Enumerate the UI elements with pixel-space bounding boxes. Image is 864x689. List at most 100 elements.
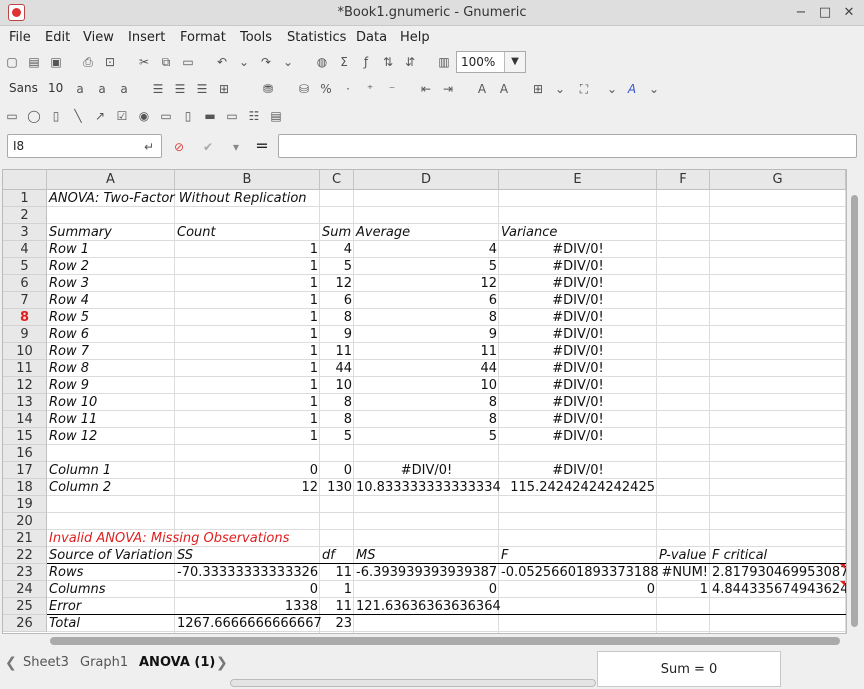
row-header-20[interactable]: 20 — [3, 513, 47, 530]
accept-edit-icon[interactable]: ✔ — [200, 139, 216, 155]
cell-a22[interactable]: Source of Variation — [47, 547, 175, 564]
name-box-dropdown-icon[interactable]: ↵ — [141, 139, 157, 155]
cell-b26[interactable]: 1267.6666666666667 — [175, 615, 322, 632]
sum-icon[interactable]: Σ — [336, 54, 352, 70]
spinbutton-widget-icon[interactable]: ▭ — [224, 108, 240, 124]
cell-c8[interactable]: 8 — [320, 309, 354, 326]
cell-e8[interactable]: #DIV/0! — [499, 309, 657, 326]
row-header-24[interactable]: 24 — [3, 581, 47, 598]
print-preview-icon[interactable]: ⊡ — [102, 54, 118, 70]
cell-a5[interactable]: Row 2 — [47, 258, 175, 275]
thousands-separator-icon[interactable]: · — [340, 81, 356, 97]
cell-e18[interactable]: 115.24242424242425 — [499, 479, 657, 496]
cell-c18[interactable]: 130 — [320, 479, 354, 496]
cell-b9[interactable]: 1 — [175, 326, 320, 343]
row-header-4[interactable]: 4 — [3, 241, 47, 258]
menu-view[interactable]: View — [83, 30, 114, 45]
accept-dropdown-icon[interactable]: ▾ — [228, 139, 244, 155]
row-header-17[interactable]: 17 — [3, 462, 47, 479]
align-left-icon[interactable]: ☰ — [150, 81, 166, 97]
cell-c17[interactable]: 0 — [320, 462, 354, 479]
paste-icon[interactable]: ▭ — [180, 54, 196, 70]
minimize-button[interactable]: − — [792, 4, 810, 22]
cell-a7[interactable]: Row 4 — [47, 292, 175, 309]
cell-b22[interactable]: SS — [175, 547, 320, 564]
menu-file[interactable]: File — [9, 30, 31, 45]
cancel-edit-icon[interactable]: ⊘ — [171, 139, 187, 155]
close-button[interactable]: ✕ — [840, 4, 858, 22]
cell-d24[interactable]: 0 — [354, 581, 499, 598]
cell-d10[interactable]: 11 — [354, 343, 499, 360]
cell-b6[interactable]: 1 — [175, 275, 320, 292]
tab-graph1[interactable]: Graph1 — [77, 653, 131, 673]
increase-indent-icon[interactable]: ⇥ — [440, 81, 456, 97]
select-all-corner[interactable] — [3, 170, 47, 190]
scrollbar-widget-icon[interactable]: ▯ — [180, 108, 196, 124]
cell-e15[interactable]: #DIV/0! — [499, 428, 657, 445]
cell-g23[interactable]: 2.817930469953087 — [710, 564, 846, 581]
increase-decimal-icon[interactable]: ⁺ — [362, 81, 378, 97]
column-header-a[interactable]: A — [47, 170, 175, 190]
cell-d4[interactable]: 4 — [354, 241, 499, 258]
undo-icon[interactable]: ↶ — [214, 54, 230, 70]
cell-a1[interactable]: ANOVA: Two-Factor Without Replication — [47, 190, 307, 207]
cell-e10[interactable]: #DIV/0! — [499, 343, 657, 360]
cell-e5[interactable]: #DIV/0! — [499, 258, 657, 275]
row-header-11[interactable]: 11 — [3, 360, 47, 377]
cell-d18[interactable]: 10.833333333333334 — [354, 479, 501, 496]
sort-descending-icon[interactable]: ⇵ — [402, 54, 418, 70]
cell-b12[interactable]: 1 — [175, 377, 320, 394]
cell-a13[interactable]: Row 10 — [47, 394, 175, 411]
row-header-8[interactable]: 8 — [3, 309, 47, 326]
cell-a11[interactable]: Row 8 — [47, 360, 175, 377]
row-header-19[interactable]: 19 — [3, 496, 47, 513]
list-widget-icon[interactable]: ☷ — [246, 108, 262, 124]
frame-icon[interactable]: ▯ — [48, 108, 64, 124]
hyperlink-icon[interactable]: ◍ — [314, 54, 330, 70]
save-icon[interactable]: ▣ — [48, 54, 64, 70]
font-color-icon[interactable]: A — [624, 81, 640, 97]
cell-a15[interactable]: Row 12 — [47, 428, 175, 445]
fill-color-dropdown-icon[interactable]: ⌄ — [604, 81, 620, 97]
print-icon[interactable]: ⎙ — [80, 54, 96, 70]
menu-edit[interactable]: Edit — [45, 30, 70, 45]
column-header-e[interactable]: E — [499, 170, 657, 190]
cell-d15[interactable]: 5 — [354, 428, 499, 445]
column-header-b[interactable]: B — [175, 170, 320, 190]
italic-icon[interactable]: a — [94, 81, 110, 97]
cell-c3[interactable]: Sum — [320, 224, 354, 241]
cell-c12[interactable]: 10 — [320, 377, 354, 394]
slider-widget-icon[interactable]: ▬ — [202, 108, 218, 124]
cell-d13[interactable]: 8 — [354, 394, 499, 411]
cell-d9[interactable]: 9 — [354, 326, 499, 343]
cell-d3[interactable]: Average — [354, 224, 499, 241]
cell-a18[interactable]: Column 2 — [47, 479, 175, 496]
cell-a3[interactable]: Summary — [47, 224, 175, 241]
function-icon[interactable]: ƒ — [358, 54, 374, 70]
cell-reference-box[interactable]: I8 — [7, 134, 162, 158]
horizontal-scrollbar-thumb[interactable] — [50, 637, 840, 645]
tab-scroll-right-icon[interactable]: ❯ — [216, 653, 228, 673]
font-size-selector[interactable]: 10 — [48, 81, 63, 95]
cell-c23[interactable]: 11 — [320, 564, 354, 581]
cell-c11[interactable]: 44 — [320, 360, 354, 377]
redo-icon[interactable]: ↷ — [258, 54, 274, 70]
cell-d22[interactable]: MS — [354, 547, 499, 564]
cell-e13[interactable]: #DIV/0! — [499, 394, 657, 411]
cell-c25[interactable]: 11 — [320, 598, 354, 615]
font-color-dropdown-icon[interactable]: ⌄ — [646, 81, 662, 97]
cell-e3[interactable]: Variance — [499, 224, 657, 241]
cell-a6[interactable]: Row 3 — [47, 275, 175, 292]
cell-a17[interactable]: Column 1 — [47, 462, 175, 479]
cell-f23[interactable]: #NUM! — [657, 564, 710, 581]
cell-c26[interactable]: 23 — [320, 615, 354, 632]
tab-scroll-left-icon[interactable]: ❮ — [5, 653, 17, 673]
row-header-7[interactable]: 7 — [3, 292, 47, 309]
cell-b25[interactable]: 1338 — [175, 598, 320, 615]
cell-c5[interactable]: 5 — [320, 258, 354, 275]
cell-a21[interactable]: Invalid ANOVA: Missing Observations — [47, 530, 289, 547]
ellipse-icon[interactable]: ◯ — [26, 108, 42, 124]
copy-icon[interactable]: ⧉ — [158, 54, 174, 70]
cell-e11[interactable]: #DIV/0! — [499, 360, 657, 377]
currency-icon[interactable]: ⛃ — [260, 81, 276, 97]
